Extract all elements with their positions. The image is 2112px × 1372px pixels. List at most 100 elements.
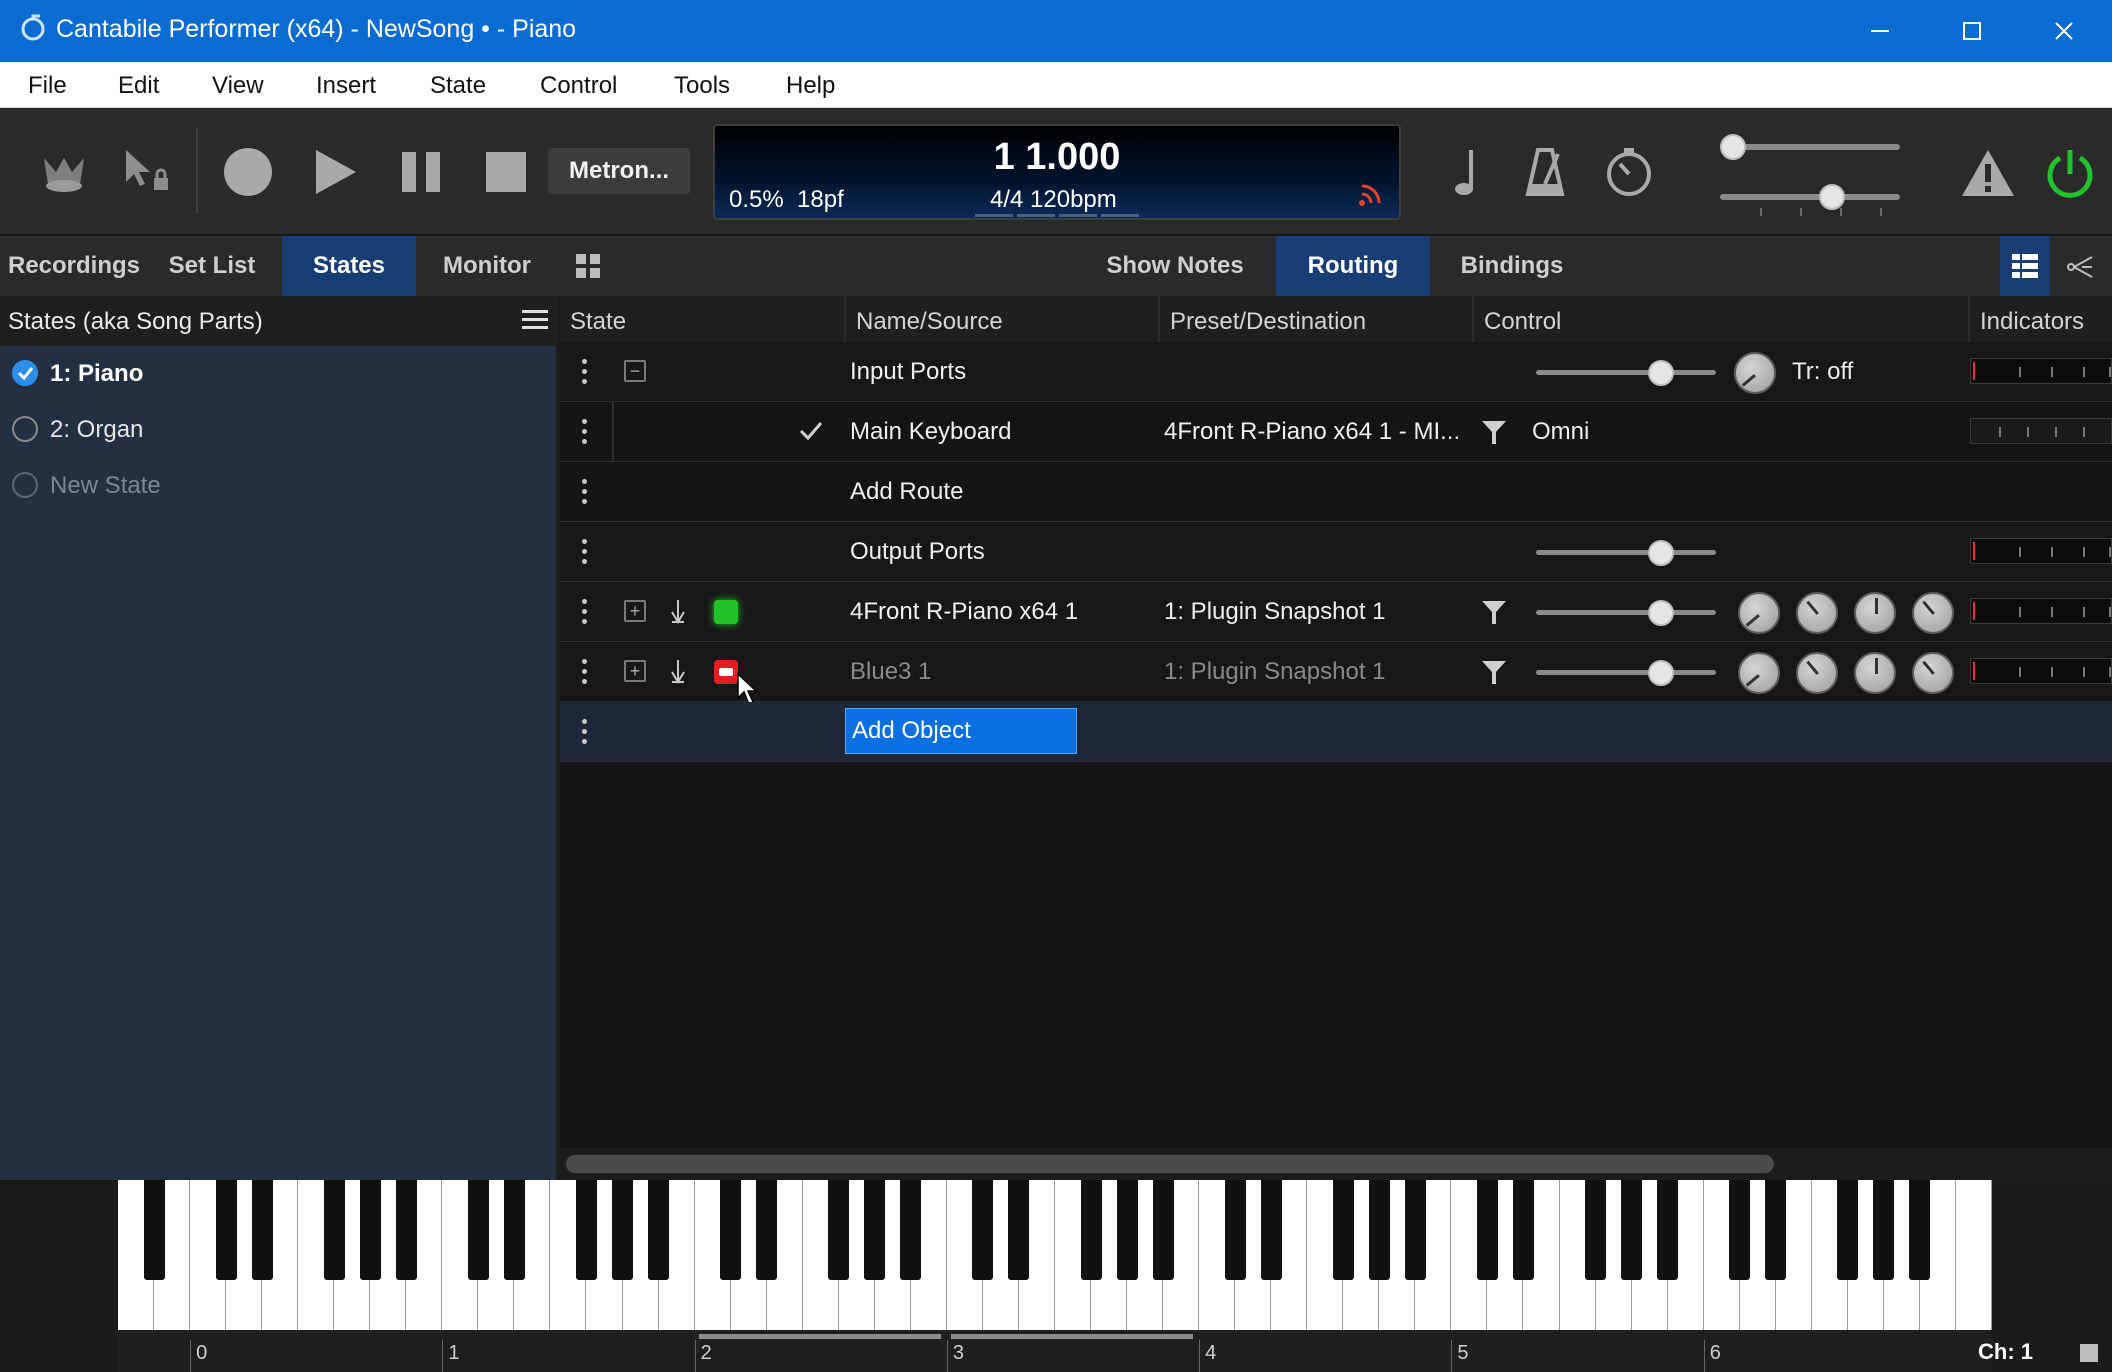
menu-help[interactable]: Help [786,72,835,100]
black-key[interactable] [1224,1180,1246,1280]
close-button[interactable] [2018,0,2110,62]
black-key[interactable] [503,1180,525,1280]
cursor-lock-button[interactable] [118,144,174,200]
plugin-row-r-piano[interactable]: + 4Front R-Piano x64 1 1: Plugin Snapsho… [560,582,2112,642]
column-control[interactable]: Control [1472,296,1968,342]
black-key[interactable] [1657,1180,1679,1280]
tab-states[interactable]: States [282,236,416,296]
black-key[interactable] [1152,1180,1174,1280]
input-gain-thumb[interactable] [1648,360,1675,386]
expand-icon[interactable]: + [624,600,646,622]
column-preset-destination[interactable]: Preset/Destination [1158,296,1472,342]
black-key[interactable] [1008,1180,1030,1280]
route-destination[interactable]: 4Front R-Piano x64 1 - MI... [1164,418,1460,446]
add-route-row[interactable]: Add Route [560,462,2112,522]
midi-channel-label[interactable]: Ch: 1 [1978,1339,2033,1365]
master-volume-track[interactable] [1720,144,1900,150]
black-key[interactable] [1260,1180,1282,1280]
black-key[interactable] [1404,1180,1426,1280]
column-name-source[interactable]: Name/Source [844,296,1158,342]
black-key[interactable] [720,1180,742,1280]
bypass-arrow-icon[interactable] [670,598,686,626]
power-button[interactable] [2042,146,2098,202]
pause-button[interactable] [394,144,450,200]
state-radio[interactable] [12,472,38,498]
tab-recordings[interactable]: Recordings [0,236,148,296]
master-gain-thumb[interactable] [1818,184,1845,210]
plugin-suspended-indicator[interactable] [714,660,738,684]
menu-view[interactable]: View [212,72,264,100]
black-key[interactable] [251,1180,273,1280]
black-key[interactable] [467,1180,489,1280]
black-key[interactable] [1585,1180,1607,1280]
plugin-knob[interactable] [1854,592,1896,634]
keyboard-options-icon[interactable] [2080,1344,2098,1362]
black-key[interactable] [900,1180,922,1280]
menu-tools[interactable]: Tools [674,72,730,100]
plugin-knob[interactable] [1854,652,1896,694]
black-key[interactable] [1080,1180,1102,1280]
plugin-knob[interactable] [1738,592,1780,634]
bypass-arrow-icon[interactable] [670,658,686,686]
black-key[interactable] [1909,1180,1931,1280]
black-key[interactable] [1476,1180,1498,1280]
drag-handle-icon[interactable] [582,476,590,509]
plugin-preset[interactable]: 1: Plugin Snapshot 1 [1164,658,1386,686]
black-key[interactable] [143,1180,165,1280]
hamburger-menu-icon[interactable] [522,308,548,332]
metronome-button[interactable]: Metron... [548,148,690,194]
horizontal-scrollbar[interactable] [560,1148,2112,1180]
state-item-new[interactable]: New State [0,458,558,512]
diagram-view-button[interactable] [2064,252,2098,282]
plugin-knob[interactable] [1738,652,1780,694]
plugin-knob[interactable] [1912,592,1954,634]
warning-button[interactable] [1960,146,2016,202]
expand-icon[interactable]: + [624,660,646,682]
transport-button[interactable] [36,144,92,200]
layout-toggle-button[interactable] [572,250,604,282]
plugin-row-blue3[interactable]: + Blue3 1 1: Plugin Snapshot 1 [560,642,2112,706]
plugin-name[interactable]: Blue3 1 [850,658,931,686]
song-position-display[interactable]: 1 1.000 0.5% 18pf 4/4 120bpm [713,124,1401,220]
black-key[interactable] [323,1180,345,1280]
tab-monitor[interactable]: Monitor [416,236,558,296]
maximize-button[interactable] [1926,0,2018,62]
filter-icon[interactable] [1480,658,1508,686]
add-object-row[interactable]: Add Object [560,702,2112,762]
state-item-piano[interactable]: 1: Piano [0,346,558,400]
plugin-knob[interactable] [1912,652,1954,694]
black-key[interactable] [1837,1180,1859,1280]
input-ports-row[interactable]: − Input Ports Tr: off [560,342,2112,402]
black-key[interactable] [215,1180,237,1280]
black-key[interactable] [1368,1180,1390,1280]
plugin-knob[interactable] [1796,592,1838,634]
checkmark-icon[interactable] [798,420,824,442]
output-gain-thumb[interactable] [1648,540,1675,566]
plugin-preset[interactable]: 1: Plugin Snapshot 1 [1164,598,1386,626]
tab-set-list[interactable]: Set List [150,236,274,296]
drag-handle-icon[interactable] [582,356,590,389]
black-key[interactable] [1513,1180,1534,1280]
plugin-status-indicator[interactable] [714,600,738,624]
note-button[interactable] [1440,144,1490,200]
drag-handle-icon[interactable] [582,656,590,689]
drag-handle-icon[interactable] [582,536,590,569]
transpose-knob[interactable] [1734,352,1776,394]
column-indicators[interactable]: Indicators [1968,296,2112,342]
black-key[interactable] [1116,1180,1138,1280]
menu-control[interactable]: Control [540,72,617,100]
add-object-cell[interactable]: Add Object [845,708,1077,754]
metronome-toggle[interactable] [1520,144,1570,200]
menu-edit[interactable]: Edit [118,72,159,100]
menu-insert[interactable]: Insert [316,72,376,100]
black-key[interactable] [828,1180,850,1280]
filter-icon[interactable] [1480,418,1508,446]
plugin-gain-thumb[interactable] [1648,660,1675,686]
output-ports-row[interactable]: Output Ports [560,522,2112,582]
tab-show-notes[interactable]: Show Notes [1096,236,1254,296]
black-key[interactable] [1729,1180,1751,1280]
black-key[interactable] [756,1180,778,1280]
master-gain-track[interactable] [1720,194,1900,200]
scrollbar-thumb[interactable] [566,1155,1774,1173]
master-volume-thumb[interactable] [1720,134,1746,160]
